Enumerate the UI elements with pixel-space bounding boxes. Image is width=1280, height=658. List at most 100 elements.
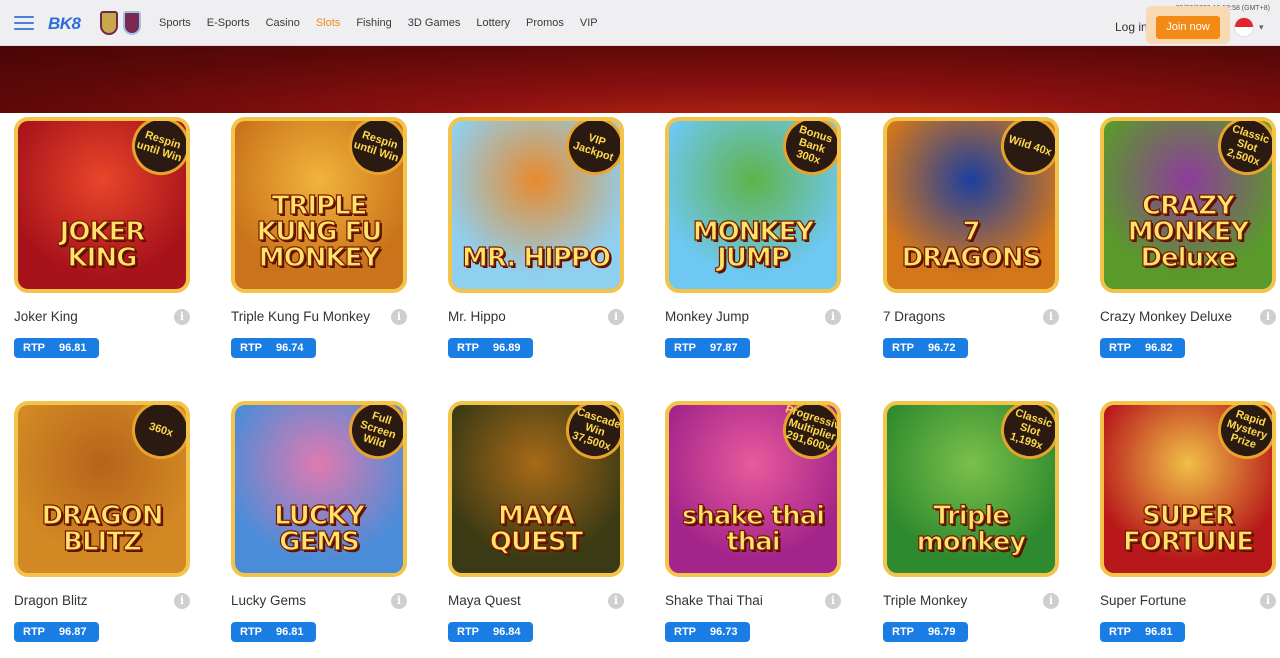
game-name[interactable]: Triple Kung Fu Monkey: [231, 309, 370, 324]
game-card[interactable]: MAYA QUEST Cascade Win 37,500x Maya Quest i…: [448, 401, 648, 651]
rtp-value: 96.81: [59, 342, 87, 354]
game-thumbnail[interactable]: LUCKY GEMS Full Screen Wild: [231, 401, 407, 577]
game-thumbnail[interactable]: shake thai thai Progressive Multiplier 29…: [665, 401, 841, 577]
promo-banner: [0, 46, 1280, 113]
top-navigation-bar: BK8 Sports E-Sports Casino Slots Fishing…: [0, 0, 1280, 46]
main-nav: Sports E-Sports Casino Slots Fishing 3D …: [159, 0, 614, 46]
rtp-label: RTP: [457, 626, 479, 638]
game-art-title: JOKER KING: [59, 217, 146, 273]
info-icon[interactable]: i: [174, 593, 190, 609]
rtp-label: RTP: [1109, 342, 1131, 354]
join-now-button[interactable]: Join now: [1156, 16, 1220, 39]
game-card[interactable]: DRAGON BLITZ 360x Dragon Blitz i RTP 96.87: [14, 401, 214, 651]
game-card[interactable]: CRAZY MONKEY Deluxe Classic Slot 2,500x Cr…: [1100, 117, 1280, 367]
game-thumbnail[interactable]: JOKER KING Respin until Win: [14, 117, 190, 293]
rtp-value: 96.81: [276, 626, 304, 638]
game-name[interactable]: 7 Dragons: [883, 309, 945, 324]
nav-casino[interactable]: Casino: [266, 17, 300, 29]
game-name[interactable]: Triple Monkey: [883, 593, 967, 608]
rtp-label: RTP: [23, 626, 45, 638]
rtp-badge: RTP 96.87: [14, 622, 99, 642]
info-icon[interactable]: i: [825, 309, 841, 325]
game-card[interactable]: LUCKY GEMS Full Screen Wild Lucky Gems i RTP…: [231, 401, 431, 651]
game-name[interactable]: Monkey Jump: [665, 309, 749, 324]
nav-slots[interactable]: Slots: [316, 17, 340, 29]
info-icon[interactable]: i: [1260, 309, 1276, 325]
nav-lottery[interactable]: Lottery: [476, 17, 510, 29]
game-art-title: CRAZY MONKEY Deluxe: [1127, 191, 1250, 273]
info-icon[interactable]: i: [391, 593, 407, 609]
rtp-badge: RTP 96.82: [1100, 338, 1185, 358]
game-thumbnail[interactable]: MAYA QUEST Cascade Win 37,500x: [448, 401, 624, 577]
nav-esports[interactable]: E-Sports: [207, 17, 250, 29]
burnley-crest-icon: [123, 11, 141, 35]
game-card[interactable]: MONKEY JUMP Bonus Bank 300x Monkey Jump i RT…: [665, 117, 865, 367]
rtp-label: RTP: [892, 342, 914, 354]
game-thumbnail[interactable]: DRAGON BLITZ 360x: [14, 401, 190, 577]
game-card[interactable]: JOKER KING Respin until Win Joker King i RTP…: [14, 117, 214, 367]
rtp-badge: RTP 96.81: [231, 622, 316, 642]
rtp-badge: RTP 96.81: [1100, 622, 1185, 642]
game-art-title: 7 DRAGONS: [901, 217, 1042, 273]
rtp-value: 97.87: [710, 342, 738, 354]
game-thumbnail[interactable]: Triple monkey Classic Slot 1,199x: [883, 401, 1059, 577]
game-art-title: SUPER FORTUNE: [1122, 501, 1254, 557]
game-thumbnail[interactable]: TRIPLE KUNG FU MONKEY Respin until Win: [231, 117, 407, 293]
game-name[interactable]: Super Fortune: [1100, 593, 1186, 608]
game-card[interactable]: TRIPLE KUNG FU MONKEY Respin until Win Tri…: [231, 117, 431, 367]
game-card[interactable]: shake thai thai Progressive Multiplier 29…: [665, 401, 865, 651]
game-name[interactable]: Lucky Gems: [231, 593, 306, 608]
game-art-title: MONKEY JUMP: [692, 217, 815, 273]
game-thumbnail[interactable]: 7 DRAGONS Wild 40x: [883, 117, 1059, 293]
game-name[interactable]: Dragon Blitz: [14, 593, 88, 608]
game-name[interactable]: Crazy Monkey Deluxe: [1100, 309, 1232, 324]
game-thumbnail[interactable]: SUPER FORTUNE Rapid Mystery Prize: [1100, 401, 1276, 577]
rtp-value: 96.79: [928, 626, 956, 638]
info-icon[interactable]: i: [174, 309, 190, 325]
nav-3d-games[interactable]: 3D Games: [408, 17, 461, 29]
game-name[interactable]: Maya Quest: [448, 593, 521, 608]
rtp-value: 96.82: [1145, 342, 1173, 354]
info-icon[interactable]: i: [1043, 309, 1059, 325]
info-icon[interactable]: i: [608, 593, 624, 609]
game-card[interactable]: SUPER FORTUNE Rapid Mystery Prize Super Fo…: [1100, 401, 1280, 651]
nav-promos[interactable]: Promos: [526, 17, 564, 29]
rtp-value: 96.81: [1145, 626, 1173, 638]
game-thumbnail[interactable]: MONKEY JUMP Bonus Bank 300x: [665, 117, 841, 293]
rtp-label: RTP: [892, 626, 914, 638]
rtp-label: RTP: [457, 342, 479, 354]
info-icon[interactable]: i: [608, 309, 624, 325]
info-icon[interactable]: i: [1260, 593, 1276, 609]
rtp-value: 96.89: [493, 342, 521, 354]
game-thumbnail[interactable]: MR. HIPPO VIP Jackpot: [448, 117, 624, 293]
rtp-value: 96.73: [710, 626, 738, 638]
game-card[interactable]: MR. HIPPO VIP Jackpot Mr. Hippo i RTP 96.89: [448, 117, 648, 367]
nav-sports[interactable]: Sports: [159, 17, 191, 29]
game-name[interactable]: Mr. Hippo: [448, 309, 506, 324]
game-art-title: MR. HIPPO: [461, 243, 611, 273]
game-name[interactable]: Shake Thai Thai: [665, 593, 763, 608]
game-card[interactable]: Triple monkey Classic Slot 1,199x Triple M…: [883, 401, 1083, 651]
rtp-badge: RTP 96.89: [448, 338, 533, 358]
chevron-down-icon[interactable]: ▾: [1259, 22, 1264, 33]
game-card[interactable]: 7 DRAGONS Wild 40x 7 Dragons i RTP 96.72: [883, 117, 1083, 367]
rtp-value: 96.74: [276, 342, 304, 354]
info-icon[interactable]: i: [391, 309, 407, 325]
aston-villa-crest-icon: [100, 11, 118, 35]
rtp-value: 96.84: [493, 626, 521, 638]
login-link[interactable]: Log in: [1115, 20, 1148, 34]
game-art-title: MAYA QUEST: [489, 501, 584, 557]
rtp-badge: RTP 96.73: [665, 622, 750, 642]
nav-vip[interactable]: VIP: [580, 17, 598, 29]
rtp-label: RTP: [240, 342, 262, 354]
nav-fishing[interactable]: Fishing: [356, 17, 391, 29]
info-icon[interactable]: i: [1043, 593, 1059, 609]
singapore-flag-icon[interactable]: [1234, 17, 1254, 37]
game-name[interactable]: Joker King: [14, 309, 78, 324]
menu-icon[interactable]: [14, 16, 34, 30]
bk8-logo[interactable]: BK8: [48, 14, 81, 34]
game-thumbnail[interactable]: CRAZY MONKEY Deluxe Classic Slot 2,500x: [1100, 117, 1276, 293]
rtp-badge: RTP 96.84: [448, 622, 533, 642]
rtp-label: RTP: [23, 342, 45, 354]
info-icon[interactable]: i: [825, 593, 841, 609]
